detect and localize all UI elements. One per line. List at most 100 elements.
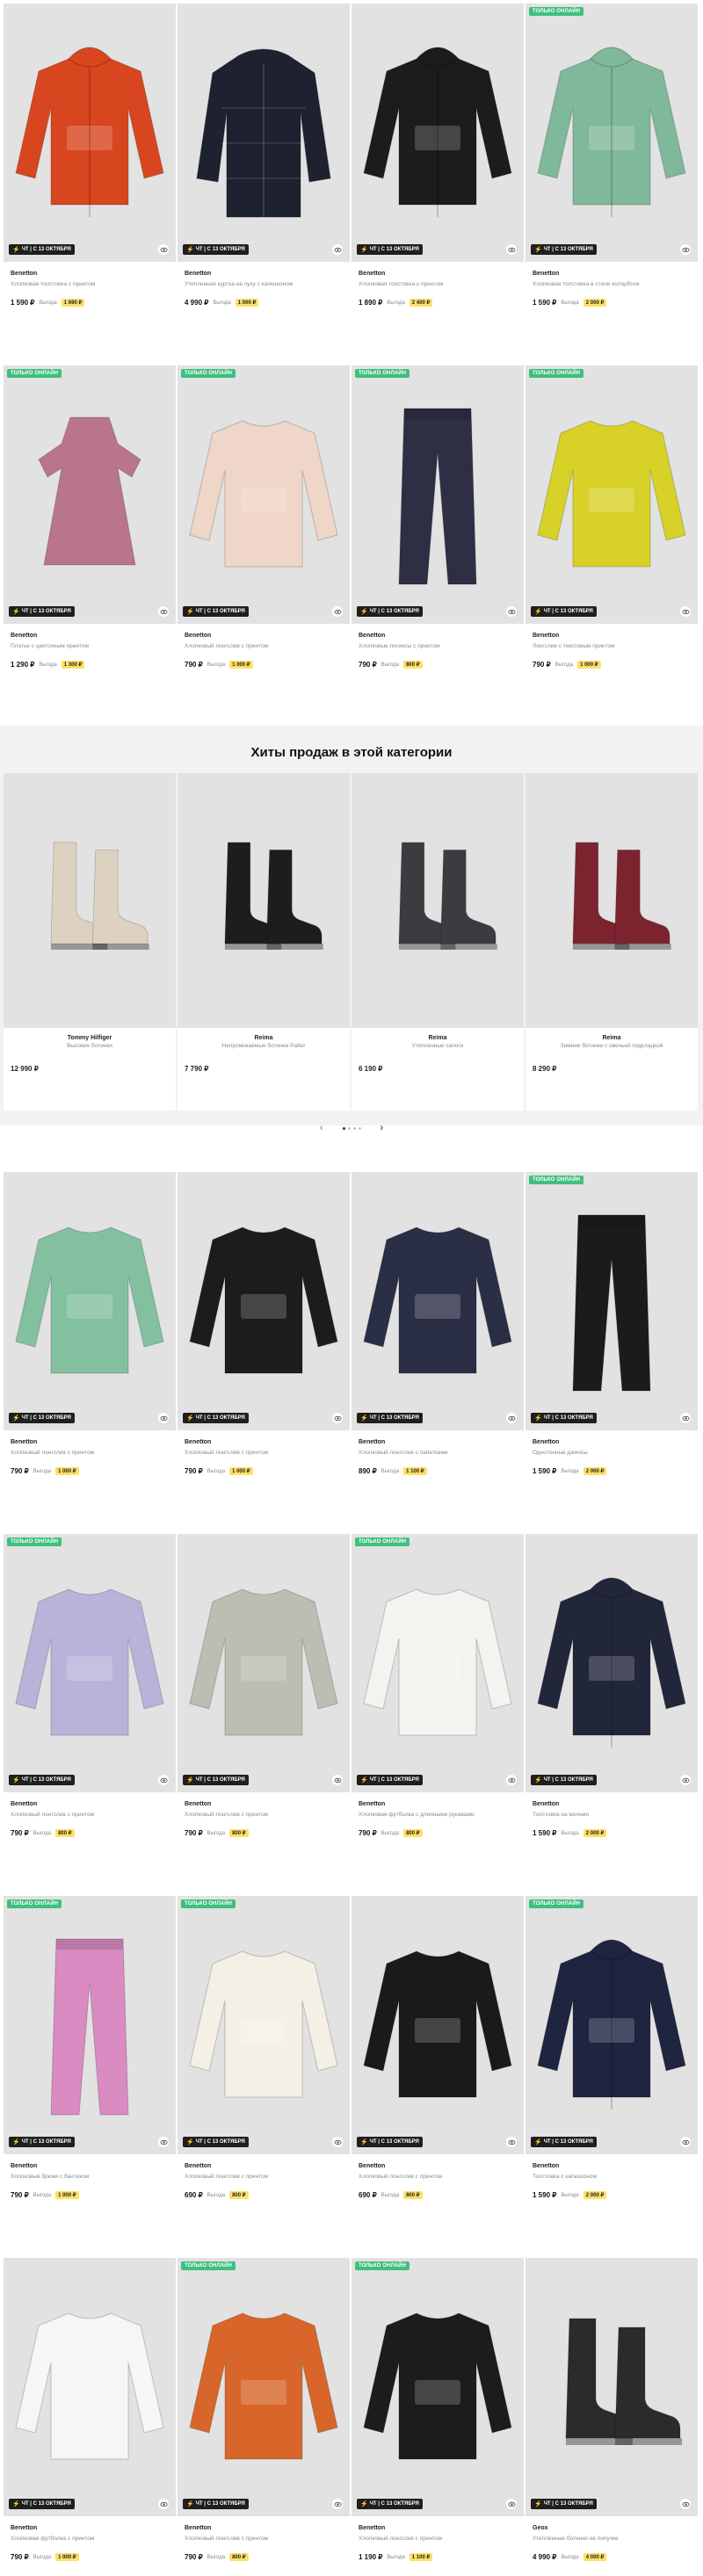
product-card[interactable]: ТОЛЬКО ОНЛАЙН ⚡ ЧТ | С 13 ОКТЯБРЯ Benetto…: [525, 1896, 698, 2211]
product-image-icon[interactable]: [12, 2283, 167, 2491]
product-photo[interactable]: ⚡ ЧТ | С 13 ОКТЯБРЯ: [178, 1534, 350, 1792]
quick-view-eye-icon[interactable]: [158, 2499, 169, 2509]
product-image-icon[interactable]: [534, 29, 689, 236]
quick-view-eye-icon[interactable]: [506, 244, 517, 255]
product-image-icon[interactable]: [360, 1921, 515, 2129]
product-description[interactable]: Хлопковый лонгслив с принтом: [185, 2174, 343, 2182]
quick-view-eye-icon[interactable]: [506, 1413, 517, 1423]
quick-view-eye-icon[interactable]: [680, 1775, 691, 1785]
quick-view-eye-icon[interactable]: [158, 2137, 169, 2147]
product-description[interactable]: Хлопковый лонгслив с принтом: [359, 2536, 517, 2544]
product-description[interactable]: Хлопковая футболка с длинными рукавами: [359, 1812, 517, 1820]
product-image-icon[interactable]: [186, 2283, 341, 2491]
product-image-icon[interactable]: [12, 1559, 167, 1767]
product-photo[interactable]: ТОЛЬКО ОНЛАЙН ⚡ ЧТ | С 13 ОКТЯБРЯ: [4, 1896, 176, 2154]
product-description[interactable]: Хлопковая толстовка в стиле колорблок: [533, 281, 691, 290]
quick-view-eye-icon[interactable]: [158, 1413, 169, 1423]
product-photo[interactable]: ТОЛЬКО ОНЛАЙН ⚡ ЧТ | С 13 ОКТЯБРЯ: [352, 2258, 524, 2516]
product-image-icon[interactable]: [186, 1921, 341, 2129]
product-image-icon[interactable]: [360, 1198, 515, 1405]
quick-view-eye-icon[interactable]: [158, 244, 169, 255]
product-card[interactable]: ⚡ ЧТ | С 13 ОКТЯБРЯ Benetton Хлопковая то…: [352, 4, 524, 318]
product-card[interactable]: ТОЛЬКО ОНЛАЙН ⚡ ЧТ | С 13 ОКТЯБРЯ Benetto…: [178, 1896, 350, 2211]
product-description[interactable]: Хлопковый лонгслив с принтом: [11, 1812, 169, 1820]
product-photo[interactable]: ⚡ ЧТ | С 13 ОКТЯБРЯ: [352, 1172, 524, 1430]
product-image-icon[interactable]: [186, 1198, 341, 1405]
product-photo[interactable]: ТОЛЬКО ОНЛАЙН ⚡ ЧТ | С 13 ОКТЯБРЯ: [4, 1534, 176, 1792]
product-image-icon[interactable]: [15, 813, 164, 988]
product-image-icon[interactable]: [12, 1198, 167, 1405]
carousel-dot[interactable]: [342, 1126, 345, 1130]
product-image-icon[interactable]: [12, 391, 167, 598]
product-card[interactable]: ТОЛЬКО ОНЛАЙН ⚡ ЧТ | С 13 ОКТЯБРЯ Benetto…: [4, 1534, 176, 1849]
quick-view-eye-icon[interactable]: [332, 2499, 343, 2509]
product-card[interactable]: ТОЛЬКО ОНЛАЙН ⚡ ЧТ | С 13 ОКТЯБРЯ Benetto…: [352, 365, 524, 680]
product-card[interactable]: ТОЛЬКО ОНЛАЙН ⚡ ЧТ | С 13 ОКТЯБРЯ Benetto…: [352, 1534, 524, 1849]
product-card[interactable]: ⚡ ЧТ | С 13 ОКТЯБРЯ Benetton Хлопковый ло…: [352, 1172, 524, 1487]
product-description[interactable]: Хлопковые легинсы с принтом: [359, 643, 517, 652]
product-card[interactable]: ТОЛЬКО ОНЛАЙН ⚡ ЧТ | С 13 ОКТЯБРЯ Benetto…: [352, 2258, 524, 2572]
bestseller-photo[interactable]: [178, 773, 350, 1028]
product-description[interactable]: Хлопковый лонгслив с принтом: [185, 643, 343, 652]
product-image-icon[interactable]: [186, 391, 341, 598]
product-description[interactable]: Хлопковый лонгслив с принтом: [185, 1812, 343, 1820]
quick-view-eye-icon[interactable]: [680, 244, 691, 255]
product-photo[interactable]: ⚡ ЧТ | С 13 ОКТЯБРЯ: [525, 1534, 698, 1792]
product-description[interactable]: Хлопковые брюки с бантиком: [11, 2174, 169, 2182]
quick-view-eye-icon[interactable]: [680, 1413, 691, 1423]
product-image-icon[interactable]: [363, 813, 512, 988]
product-description[interactable]: Толстовка на молнии: [533, 1812, 691, 1820]
product-card[interactable]: ТОЛЬКО ОНЛАЙН ⚡ ЧТ | С 13 ОКТЯБРЯ Benetto…: [178, 2258, 350, 2572]
product-image-icon[interactable]: [360, 1559, 515, 1767]
product-card[interactable]: ⚡ ЧТ | С 13 ОКТЯБРЯ Geox Утепленные ботин…: [525, 2258, 698, 2572]
product-photo[interactable]: ⚡ ЧТ | С 13 ОКТЯБРЯ: [352, 1896, 524, 2154]
product-image-icon[interactable]: [534, 1198, 689, 1405]
bestseller-description[interactable]: Утепленные сапоги: [352, 1043, 524, 1049]
product-photo[interactable]: ТОЛЬКО ОНЛАЙН ⚡ ЧТ | С 13 ОКТЯБРЯ: [178, 1896, 350, 2154]
quick-view-eye-icon[interactable]: [332, 606, 343, 617]
product-description[interactable]: Платье с цветочным принтом: [11, 643, 169, 652]
product-photo[interactable]: ⚡ ЧТ | С 13 ОКТЯБРЯ: [4, 1172, 176, 1430]
product-card[interactable]: ТОЛЬКО ОНЛАЙН ⚡ ЧТ | С 13 ОКТЯБРЯ Benetto…: [178, 365, 350, 680]
product-photo[interactable]: ТОЛЬКО ОНЛАЙН ⚡ ЧТ | С 13 ОКТЯБРЯ: [178, 365, 350, 624]
bestseller-photo[interactable]: [4, 773, 176, 1028]
product-image-icon[interactable]: [534, 1559, 689, 1767]
product-image-icon[interactable]: [537, 813, 686, 988]
carousel-dot[interactable]: [358, 1126, 361, 1130]
product-image-icon[interactable]: [186, 29, 341, 236]
product-card[interactable]: ТОЛЬКО ОНЛАЙН ⚡ ЧТ | С 13 ОКТЯБРЯ Benetto…: [525, 4, 698, 318]
product-card[interactable]: ⚡ ЧТ | С 13 ОКТЯБРЯ Benetton Хлопковый ло…: [352, 1896, 524, 2211]
bestseller-card[interactable]: Tommy Hilfiger Высокие ботинки 12 990 ₽: [4, 773, 176, 1111]
product-image-icon[interactable]: [12, 1921, 167, 2129]
product-image-icon[interactable]: [360, 29, 515, 236]
product-card[interactable]: ⚡ ЧТ | С 13 ОКТЯБРЯ Benetton Хлопковый ло…: [4, 1172, 176, 1487]
product-photo[interactable]: ТОЛЬКО ОНЛАЙН ⚡ ЧТ | С 13 ОКТЯБРЯ: [525, 4, 698, 262]
product-description[interactable]: Лонгслив с текстовым принтом: [533, 643, 691, 652]
product-description[interactable]: Хлопковый лонгслив с принтом: [185, 1450, 343, 1458]
product-card[interactable]: ⚡ ЧТ | С 13 ОКТЯБРЯ Benetton Хлопковый ло…: [178, 1172, 350, 1487]
quick-view-eye-icon[interactable]: [506, 1775, 517, 1785]
product-description[interactable]: Толстовка с капюшоном: [533, 2174, 691, 2182]
product-card[interactable]: ⚡ ЧТ | С 13 ОКТЯБРЯ Benetton Утепленная к…: [178, 4, 350, 318]
bestseller-photo[interactable]: [525, 773, 698, 1028]
quick-view-eye-icon[interactable]: [332, 244, 343, 255]
bestseller-photo[interactable]: [352, 773, 524, 1028]
product-description[interactable]: Хлопковая толстовка с принтом: [359, 281, 517, 290]
product-photo[interactable]: ТОЛЬКО ОНЛАЙН ⚡ ЧТ | С 13 ОКТЯБРЯ: [525, 1172, 698, 1430]
product-photo[interactable]: ТОЛЬКО ОНЛАЙН ⚡ ЧТ | С 13 ОКТЯБРЯ: [352, 365, 524, 624]
product-photo[interactable]: ТОЛЬКО ОНЛАЙН ⚡ ЧТ | С 13 ОКТЯБРЯ: [4, 365, 176, 624]
quick-view-eye-icon[interactable]: [158, 606, 169, 617]
product-image-icon[interactable]: [534, 2283, 689, 2491]
product-image-icon[interactable]: [360, 391, 515, 598]
bestseller-description[interactable]: Непромокаемые ботинки Patter: [178, 1043, 350, 1049]
product-photo[interactable]: ТОЛЬКО ОНЛАЙН ⚡ ЧТ | С 13 ОКТЯБРЯ: [525, 1896, 698, 2154]
product-card[interactable]: ⚡ ЧТ | С 13 ОКТЯБРЯ Benetton Хлопковая фу…: [4, 2258, 176, 2572]
carousel-dot[interactable]: [347, 1126, 351, 1130]
product-description[interactable]: Утепленная куртка на пуху с капюшоном: [185, 281, 343, 290]
product-photo[interactable]: ⚡ ЧТ | С 13 ОКТЯБРЯ: [178, 4, 350, 262]
product-description[interactable]: Однотонные джинсы: [533, 1450, 691, 1458]
carousel-prev-icon[interactable]: ‹: [320, 1123, 323, 1133]
product-image-icon[interactable]: [534, 391, 689, 598]
product-image-icon[interactable]: [189, 813, 338, 988]
quick-view-eye-icon[interactable]: [680, 606, 691, 617]
